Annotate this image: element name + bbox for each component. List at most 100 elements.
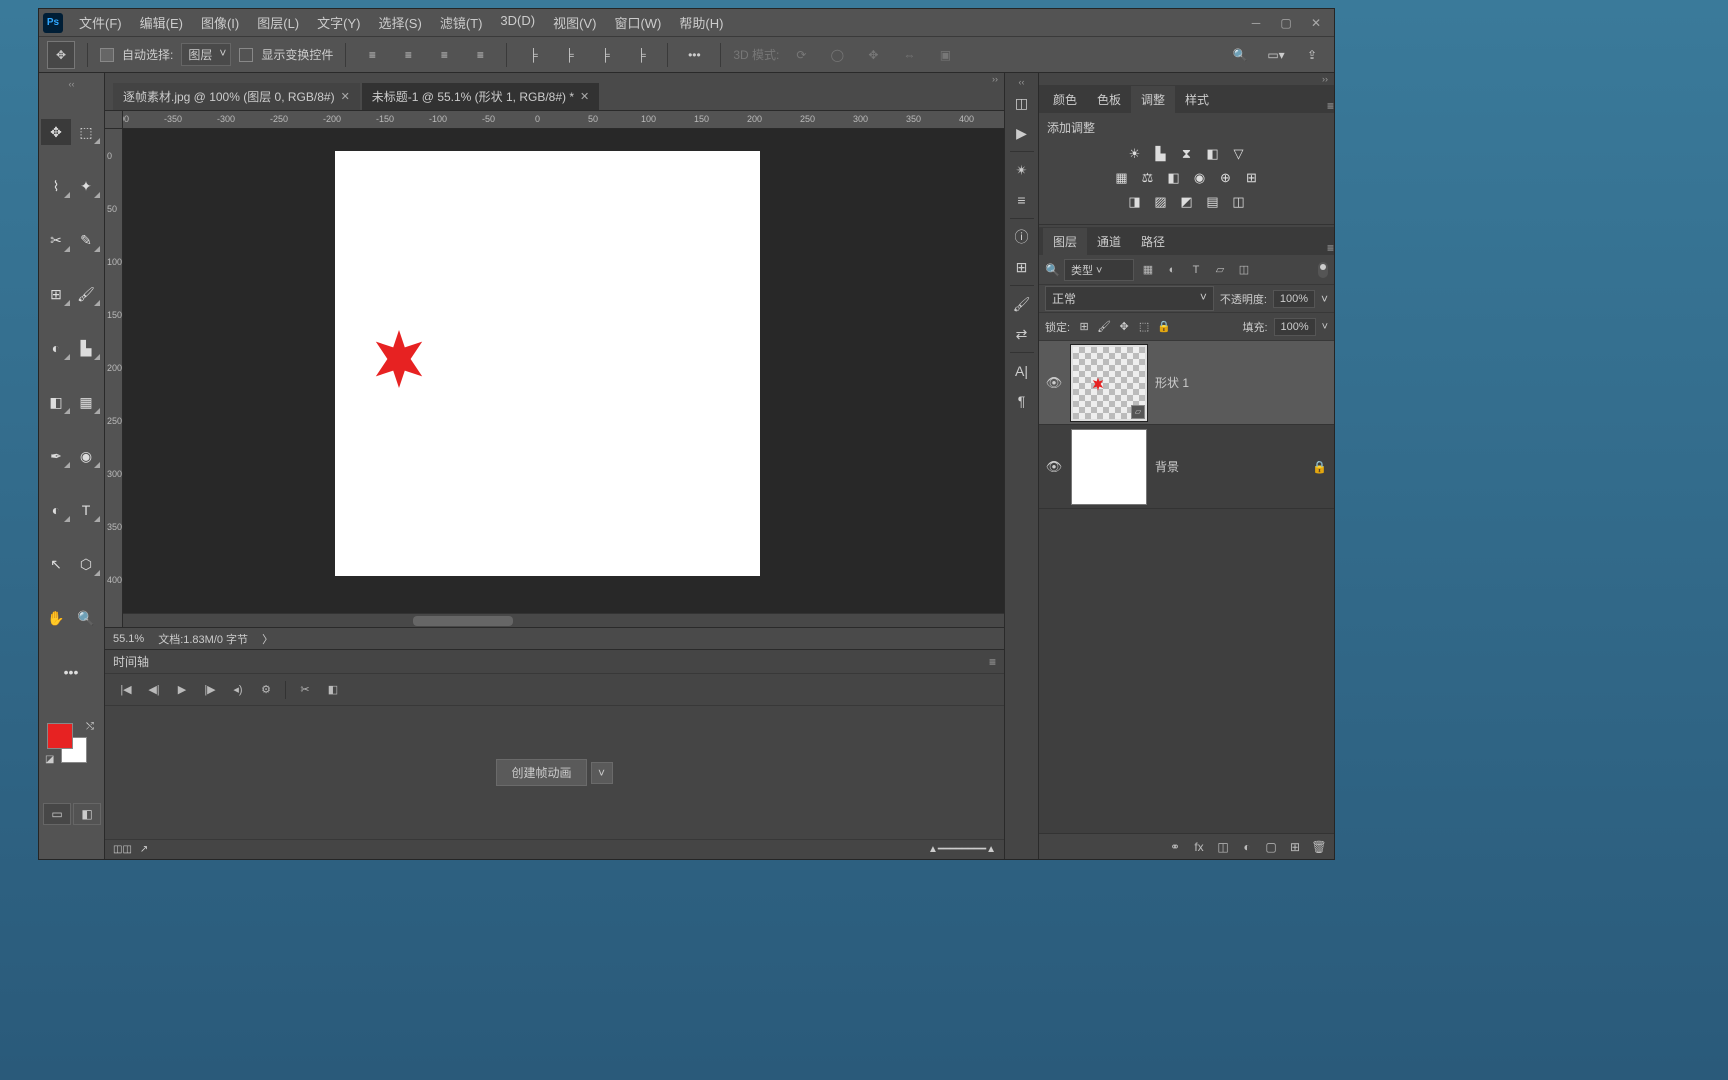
distribute-bottom-icon[interactable]: ╞ xyxy=(591,41,619,69)
opacity-dropdown-icon[interactable]: ˅ xyxy=(1321,292,1328,306)
zoom-tool[interactable]: 🔍 xyxy=(71,605,101,631)
menu-image[interactable]: 图像(I) xyxy=(193,9,247,36)
tab-swatches[interactable]: 色板 xyxy=(1087,86,1131,113)
fill-dropdown-icon[interactable]: ˅ xyxy=(1322,321,1328,333)
bw-icon[interactable]: ◧ xyxy=(1163,168,1185,188)
transition-icon[interactable]: ◧ xyxy=(320,679,346,701)
align-center-h-icon[interactable]: ≡ xyxy=(394,41,422,69)
panel-menu-icon[interactable]: ≡ xyxy=(1327,241,1334,255)
spot-heal-tool[interactable]: ◐ xyxy=(41,335,71,361)
close-tab-icon[interactable]: ✕ xyxy=(341,90,350,103)
selective-color-icon[interactable]: ◫ xyxy=(1228,192,1250,212)
layer-name[interactable]: 背景 xyxy=(1155,458,1304,475)
brushes-icon[interactable]: ≡ xyxy=(1008,186,1036,214)
timeline-footer-icon[interactable]: ◫◫ xyxy=(113,844,132,855)
adjustment-layer-icon[interactable]: ◐ xyxy=(1238,838,1256,856)
timeline-render-icon[interactable]: ↗ xyxy=(140,844,148,855)
auto-select-mode-select[interactable]: 图层 ˅ xyxy=(181,43,231,66)
posterize-icon[interactable]: ▨ xyxy=(1150,192,1172,212)
status-arrow-icon[interactable]: 〉 xyxy=(262,631,273,647)
move-tool-indicator[interactable]: ✥ xyxy=(47,41,75,69)
layer-name[interactable]: 形状 1 xyxy=(1155,374,1328,391)
levels-icon[interactable]: ▙ xyxy=(1150,144,1172,164)
blend-mode-select[interactable]: 正常˅ xyxy=(1045,286,1214,311)
tab-color[interactable]: 颜色 xyxy=(1043,86,1087,113)
filter-type-select[interactable]: 类型 ˅ xyxy=(1064,259,1134,281)
distribute-h-icon[interactable]: ╞ xyxy=(627,41,655,69)
paragraph-panel-icon[interactable]: ¶ xyxy=(1008,387,1036,415)
group-icon[interactable]: ▢ xyxy=(1262,838,1280,856)
align-right-icon[interactable]: ≡ xyxy=(430,41,458,69)
layer-row[interactable]: 👁 背景 🔒 xyxy=(1039,425,1334,509)
brightness-icon[interactable]: ☀ xyxy=(1124,144,1146,164)
search-icon[interactable]: 🔍 xyxy=(1226,41,1254,69)
tab-channels[interactable]: 通道 xyxy=(1087,228,1131,255)
menu-window[interactable]: 窗口(W) xyxy=(606,9,669,36)
quick-mask-button[interactable]: ◧ xyxy=(73,803,101,825)
fill-input[interactable]: 100% xyxy=(1274,318,1316,336)
minimize-button[interactable]: ─ xyxy=(1242,13,1270,33)
curves-icon[interactable]: ⧗ xyxy=(1176,144,1198,164)
history-panel-icon[interactable]: ◫ xyxy=(1008,89,1036,117)
swap-colors-icon[interactable]: ⤭ xyxy=(86,721,94,732)
filter-search-icon[interactable]: 🔍 xyxy=(1045,263,1060,277)
menu-type[interactable]: 文字(Y) xyxy=(309,9,368,36)
doc-tab-1[interactable]: 逐帧素材.jpg @ 100% (图层 0, RGB/8#) ✕ xyxy=(113,83,360,110)
gradient-map-icon[interactable]: ▤ xyxy=(1202,192,1224,212)
brush-tool[interactable]: 🖌 xyxy=(71,281,101,307)
filter-shape-icon[interactable]: ▱ xyxy=(1210,260,1230,280)
canvas[interactable] xyxy=(335,151,760,576)
menu-edit[interactable]: 编辑(E) xyxy=(132,9,191,36)
color-balance-icon[interactable]: ⚖ xyxy=(1137,168,1159,188)
hue-sat-icon[interactable]: ▦ xyxy=(1111,168,1133,188)
play-icon[interactable]: ▶ xyxy=(169,679,195,701)
distribute-v-center-icon[interactable]: ╞ xyxy=(555,41,583,69)
layer-thumbnail[interactable]: ▱ xyxy=(1071,345,1147,421)
menu-help[interactable]: 帮助(H) xyxy=(671,9,731,36)
filter-smart-icon[interactable]: ◫ xyxy=(1234,260,1254,280)
canvas-viewport[interactable]: -400-350-300-250-200-150-100-50050100150… xyxy=(105,111,1004,627)
horizontal-scrollbar[interactable] xyxy=(123,613,1004,627)
menu-layer[interactable]: 图层(L) xyxy=(249,9,307,36)
opacity-input[interactable]: 100% xyxy=(1273,290,1315,308)
maximize-button[interactable]: ▢ xyxy=(1272,13,1300,33)
magic-wand-tool[interactable]: ✦ xyxy=(71,173,101,199)
delete-layer-icon[interactable]: 🗑 xyxy=(1310,838,1328,856)
clone-stamp-tool[interactable]: ▙ xyxy=(71,335,101,361)
character-panel-icon[interactable]: A| xyxy=(1008,357,1036,385)
eyedropper-tool[interactable]: ✎ xyxy=(71,227,101,253)
timeline-settings-icon[interactable]: ⚙ xyxy=(253,679,279,701)
tab-adjustments[interactable]: 调整 xyxy=(1131,86,1175,113)
edit-toolbar[interactable]: ••• xyxy=(41,659,101,685)
info-panel-icon[interactable]: ⓘ xyxy=(1008,223,1036,251)
align-left-icon[interactable]: ≡ xyxy=(358,41,386,69)
lock-image-icon[interactable]: 🖌 xyxy=(1096,319,1112,335)
standard-mode-button[interactable]: ▭ xyxy=(43,803,71,825)
menu-filter[interactable]: 滤镜(T) xyxy=(432,9,491,36)
lock-all-icon[interactable]: 🔒 xyxy=(1156,319,1172,335)
brush-presets-icon[interactable]: 🖌 xyxy=(1008,290,1036,318)
share-icon[interactable]: ⇪ xyxy=(1298,41,1326,69)
filter-toggle[interactable] xyxy=(1318,262,1328,278)
channel-mixer-icon[interactable]: ⊕ xyxy=(1215,168,1237,188)
tab-layers[interactable]: 图层 xyxy=(1043,228,1087,255)
panel-menu-icon[interactable]: ≡ xyxy=(1327,99,1334,113)
filter-adjustment-icon[interactable]: ◐ xyxy=(1162,260,1182,280)
artboard-tool[interactable]: ⬚ xyxy=(71,119,101,145)
properties-icon[interactable]: ⊞ xyxy=(1008,253,1036,281)
menu-view[interactable]: 视图(V) xyxy=(545,9,604,36)
layer-mask-icon[interactable]: ◫ xyxy=(1214,838,1232,856)
photo-filter-icon[interactable]: ◉ xyxy=(1189,168,1211,188)
screen-mode-icon[interactable]: ▭▾ xyxy=(1262,41,1290,69)
first-frame-icon[interactable]: |◀ xyxy=(113,679,139,701)
filter-pixel-icon[interactable]: ▦ xyxy=(1138,260,1158,280)
star-shape[interactable] xyxy=(370,327,428,391)
animation-type-dropdown[interactable]: ˅ xyxy=(591,762,613,784)
eraser-tool[interactable]: ◧ xyxy=(41,389,71,415)
lasso-tool[interactable]: ⌇ xyxy=(41,173,71,199)
hand-tool[interactable]: ✋ xyxy=(41,605,71,631)
visibility-toggle[interactable]: 👁 xyxy=(1045,375,1063,391)
layer-thumbnail[interactable] xyxy=(1071,429,1147,505)
layer-style-icon[interactable]: fx xyxy=(1190,838,1208,856)
horizontal-ruler[interactable]: -400-350-300-250-200-150-100-50050100150… xyxy=(123,111,1004,129)
